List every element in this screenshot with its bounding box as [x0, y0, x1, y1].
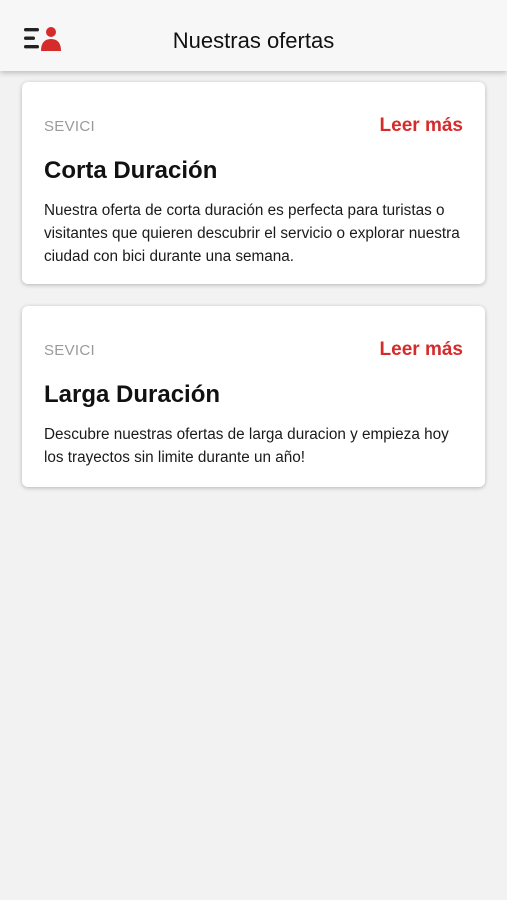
offer-tag: SEVICI: [44, 342, 95, 359]
read-more-link[interactable]: Leer más: [380, 115, 463, 137]
offer-description: Descubre nuestras ofertas de larga durac…: [44, 426, 449, 466]
read-more-link[interactable]: Leer más: [380, 339, 463, 361]
offers-list: SEVICI Leer más Corta Duración Nuestra o…: [0, 71, 507, 900]
offer-title: Corta Duración: [44, 157, 218, 184]
offer-description: Nuestra oferta de corta duración es perf…: [44, 202, 460, 265]
page-title: Nuestras ofertas: [172, 28, 335, 53]
app-header: Nuestras ofertas: [0, 0, 507, 71]
offer-title: Larga Duración: [44, 381, 221, 408]
offer-tag: SEVICI: [44, 118, 95, 135]
offer-card-long-duration[interactable]: SEVICI Leer más Larga Duración Descubre …: [22, 306, 485, 487]
offer-card-short-duration[interactable]: SEVICI Leer más Corta Duración Nuestra o…: [22, 82, 485, 284]
